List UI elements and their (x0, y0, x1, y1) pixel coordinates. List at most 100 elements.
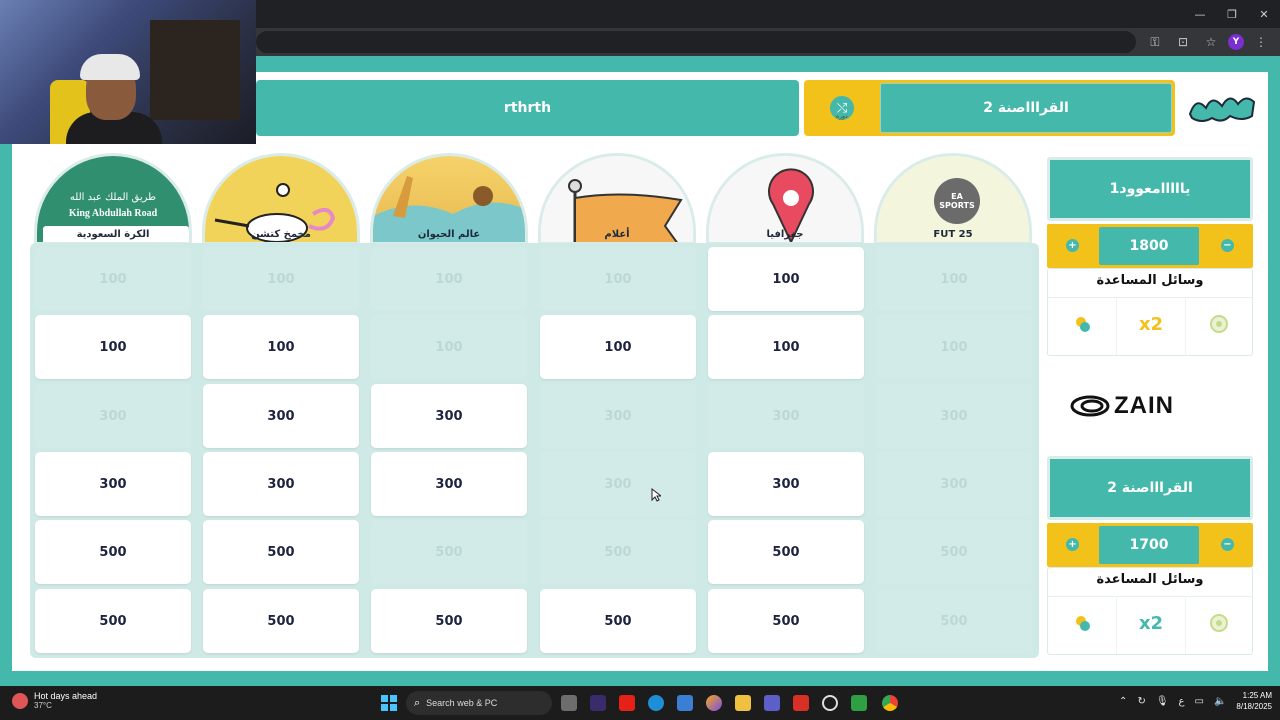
team2-plus-button[interactable]: + (1066, 538, 1079, 551)
category-name: مخمخ كتشن (251, 229, 311, 240)
category-kitchen[interactable]: مخمخ كتشن (202, 153, 360, 245)
minimize-button[interactable]: — (1184, 0, 1216, 28)
question-cell[interactable]: 500 (708, 520, 864, 584)
bookmark-star-icon[interactable]: ☆ (1200, 31, 1222, 53)
zain-swirl-icon (1070, 395, 1110, 417)
store-icon[interactable] (677, 695, 693, 711)
obs-icon[interactable] (822, 695, 838, 711)
call-friend-aid-icon[interactable] (1072, 313, 1094, 335)
chevron-up-icon[interactable]: ⌃ (1119, 696, 1127, 707)
teams-icon[interactable] (764, 695, 780, 711)
microphone-icon[interactable]: 🎙 (1156, 696, 1169, 707)
key-icon[interactable]: ⚿ (1144, 31, 1166, 53)
question-cell[interactable]: 500 (203, 520, 359, 584)
category-name: FUT 25 (933, 229, 973, 240)
network-icon[interactable]: ▭ (1195, 696, 1204, 707)
question-cell: 300 (876, 384, 1032, 448)
question-cell[interactable]: 300 (371, 452, 527, 516)
question-cell: 300 (876, 452, 1032, 516)
question-cell[interactable]: 300 (371, 384, 527, 448)
game-logo (1188, 97, 1256, 122)
chrome-icon[interactable] (882, 695, 898, 711)
team-name: rthrth (503, 100, 552, 116)
category-saudi-football[interactable]: طريق الملك عبد الله King Abdullah Road ا… (34, 153, 192, 245)
team1-minus-button[interactable]: − (1221, 239, 1234, 252)
clock[interactable]: 1:25 AM 8/18/2025 (1236, 690, 1272, 712)
question-cell[interactable]: 500 (371, 589, 527, 653)
category-animals[interactable]: عالم الحيوان (370, 153, 528, 245)
news-app-icon[interactable] (590, 695, 606, 711)
team-name-box: القراااصنة 2 (880, 83, 1172, 133)
question-cell: 300 (540, 452, 696, 516)
team2-score: 1700 (1099, 526, 1199, 564)
question-cell: 100 (876, 315, 1032, 379)
question-cell: 500 (540, 520, 696, 584)
youtube-icon[interactable] (619, 695, 635, 711)
edge-icon[interactable] (648, 695, 664, 711)
file-explorer-icon[interactable] (735, 695, 751, 711)
thermometer-icon (12, 692, 28, 709)
question-cell: 500 (371, 520, 527, 584)
question-cell[interactable]: 500 (203, 589, 359, 653)
help-aids-title: وسائل المساعدة (1096, 572, 1204, 587)
team1-score-row: + 1800 − (1047, 224, 1253, 268)
question-cell[interactable]: 500 (35, 520, 191, 584)
question-cell[interactable]: 100 (540, 315, 696, 379)
windows-taskbar: Hot days ahead 37°C ⌕ Search web & PC ⌃ … (0, 686, 1280, 720)
task-view-icon[interactable] (561, 695, 577, 711)
team1-score: 1800 (1099, 227, 1199, 265)
skip-aid-icon[interactable] (1208, 612, 1230, 634)
profile-avatar[interactable]: Y (1228, 34, 1244, 50)
question-cell[interactable]: 100 (203, 315, 359, 379)
question-cell: 100 (540, 247, 696, 311)
double-points-aid-icon[interactable]: x2 (1139, 612, 1163, 634)
call-friend-aid-icon[interactable] (1072, 612, 1094, 634)
question-cell[interactable]: 100 (708, 247, 864, 311)
team1-plus-button[interactable]: + (1066, 239, 1079, 252)
question-cell[interactable]: 100 (35, 315, 191, 379)
category-name: الكرة السعودية (76, 229, 150, 240)
search-placeholder: Search web & PC (426, 698, 498, 708)
question-cell: 100 (371, 315, 527, 379)
clock-date: 8/18/2025 (1236, 702, 1272, 711)
address-bar[interactable] (256, 31, 1136, 53)
sponsor-logo: ZAIN (1070, 390, 1230, 422)
turn-label: دوره (836, 113, 848, 120)
question-cell[interactable]: 500 (708, 589, 864, 653)
weather-title: Hot days ahead (34, 691, 98, 701)
question-cell[interactable]: 300 (708, 452, 864, 516)
clock-time: 1:25 AM (1242, 691, 1272, 700)
speaker-icon[interactable]: 🔈 (1214, 696, 1226, 707)
double-points-aid-icon[interactable]: x2 (1139, 313, 1163, 335)
whatsapp-icon[interactable] (851, 695, 867, 711)
skip-aid-icon[interactable] (1208, 313, 1230, 335)
copilot-icon[interactable] (706, 695, 722, 711)
team2-help-aids: وسائل المساعدة x2 (1047, 567, 1253, 655)
help-aids-title: وسائل المساعدة (1096, 273, 1204, 288)
menu-kebab-icon[interactable]: ⋮ (1250, 31, 1272, 53)
question-cell[interactable]: 300 (203, 452, 359, 516)
question-cell[interactable]: 500 (35, 589, 191, 653)
category-fut25[interactable]: EA SPORTS FUT 25 (874, 153, 1032, 245)
question-cell[interactable]: 500 (540, 589, 696, 653)
team2-minus-button[interactable]: − (1221, 538, 1234, 551)
question-cell: 300 (708, 384, 864, 448)
question-cell[interactable]: 300 (35, 452, 191, 516)
input-language[interactable]: ع (1179, 696, 1185, 707)
question-cell: 500 (876, 589, 1032, 653)
road-sign-text-ar: طريق الملك عبد الله (69, 192, 157, 203)
category-geography[interactable]: جغرافيا (706, 153, 864, 245)
wps-icon[interactable] (793, 695, 809, 711)
weather-widget[interactable]: Hot days ahead 37°C (12, 691, 97, 710)
maximize-button[interactable]: ❐ (1216, 0, 1248, 28)
system-tray: ⌃ ↻ 🎙 ع ▭ 🔈 1:25 AM 8/18/2025 (1119, 690, 1272, 712)
team1-help-aids: وسائل المساعدة x2 (1047, 268, 1253, 356)
windows-start-icon[interactable] (381, 695, 397, 711)
question-cell[interactable]: 300 (203, 384, 359, 448)
question-cell[interactable]: 100 (708, 315, 864, 379)
taskbar-search[interactable]: ⌕ Search web & PC (406, 691, 552, 715)
close-button[interactable]: ✕ (1248, 0, 1280, 28)
sync-icon[interactable]: ↻ (1137, 696, 1145, 707)
install-icon[interactable]: ⊡ (1172, 31, 1194, 53)
category-flags[interactable]: أعلام (538, 153, 696, 245)
